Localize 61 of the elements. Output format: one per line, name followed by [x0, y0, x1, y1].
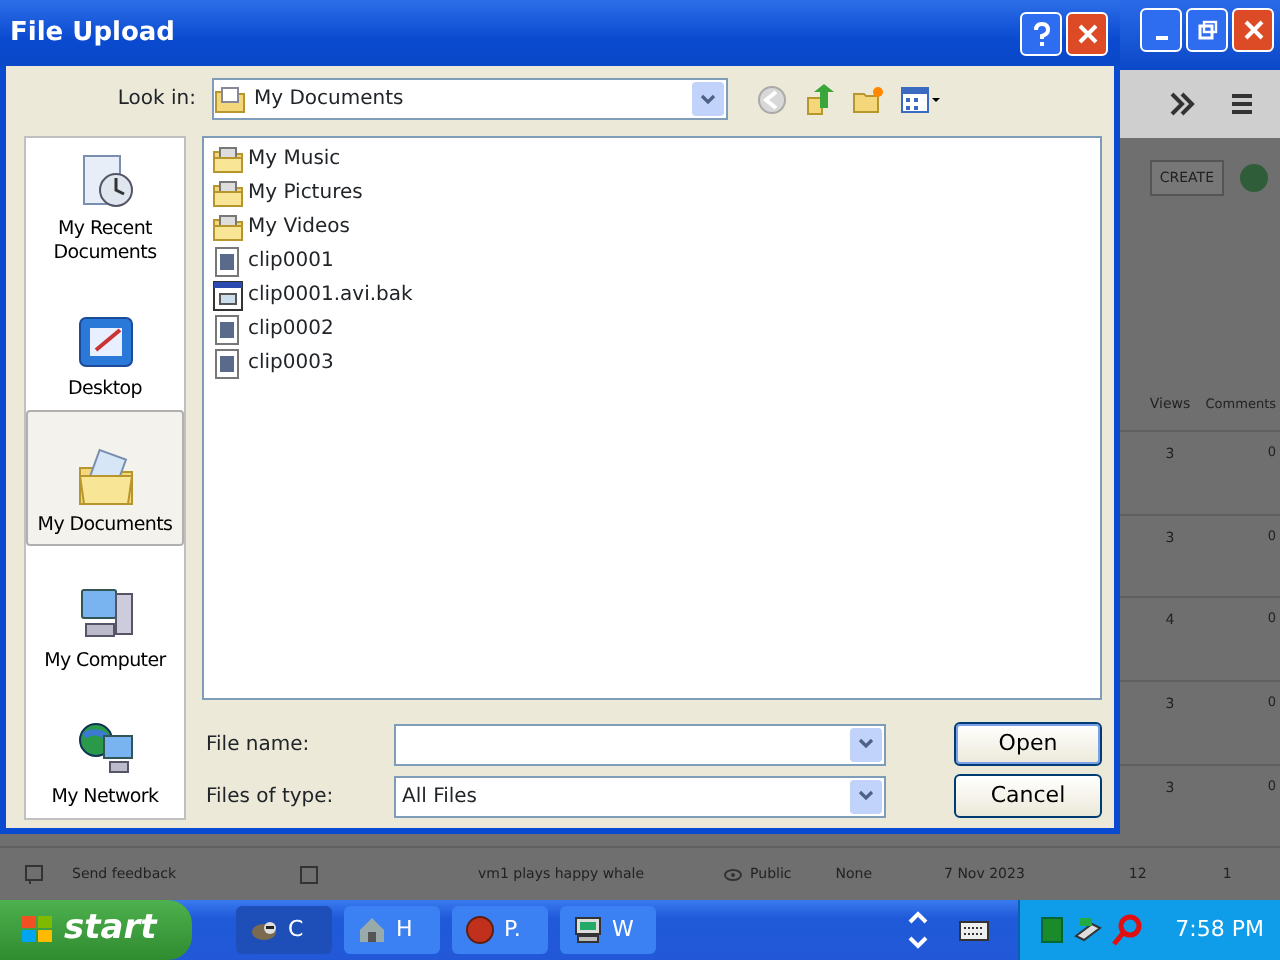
dialog-title: File Upload [10, 15, 175, 52]
house-icon [356, 914, 388, 946]
files-of-type-dropdown[interactable]: All Files [394, 775, 886, 817]
help-icon [1031, 21, 1051, 45]
file-item[interactable]: clip0001 [248, 246, 334, 276]
folder-icon [212, 211, 244, 243]
up-folder-icon[interactable] [804, 83, 836, 115]
file-icon [212, 279, 244, 311]
chevron-icon[interactable] [1168, 90, 1196, 119]
minimize-button[interactable] [1140, 8, 1182, 52]
places-bar-item[interactable]: My Documents [26, 410, 184, 546]
video-file-icon [212, 347, 244, 379]
look-in-label: Look in: [115, 86, 198, 114]
taskbar-button[interactable]: H [344, 906, 440, 954]
close-button[interactable] [1066, 11, 1108, 55]
video-file-icon [212, 245, 244, 277]
file-name-label: File name: [204, 731, 312, 759]
dialog-button[interactable]: Open [954, 722, 1102, 766]
file-item[interactable]: clip0002 [248, 314, 334, 344]
windows-logo-icon [20, 914, 56, 946]
minimize-icon [1155, 36, 1167, 40]
places-bar-item[interactable]: My Computer [26, 546, 184, 682]
file-item[interactable]: My Music [248, 144, 341, 174]
taskbar-button[interactable]: C [236, 906, 332, 954]
close-button[interactable] [1232, 8, 1274, 52]
open-folder-icon [75, 448, 135, 508]
dialog-button[interactable]: Cancel [954, 774, 1102, 818]
checkbox[interactable] [300, 865, 319, 884]
restore-button[interactable] [1186, 8, 1228, 52]
eye-icon [724, 867, 743, 882]
places-bar-item[interactable]: My Recent Documents [26, 138, 184, 274]
places-bar-item[interactable]: My Network [26, 682, 184, 818]
restore-icon [1197, 20, 1217, 40]
close-icon [1243, 20, 1263, 40]
panel-icon[interactable] [1039, 916, 1064, 944]
network-icon[interactable] [1071, 916, 1104, 944]
feedback-icon [24, 864, 44, 885]
taskbar-button[interactable]: P. [452, 906, 548, 954]
file-item[interactable]: clip0003 [248, 348, 334, 378]
file-name-field[interactable] [394, 723, 886, 765]
ball-icon [464, 914, 496, 946]
file-item[interactable]: My Pictures [248, 178, 363, 208]
close-icon [1077, 23, 1097, 43]
taskbar-button[interactable]: W [560, 906, 656, 954]
views-menu-icon[interactable] [900, 83, 940, 115]
scroll-arrows-icon[interactable] [905, 906, 930, 954]
video-file-icon [212, 313, 244, 345]
folder-icon [212, 177, 244, 209]
file-item[interactable]: My Videos [248, 212, 350, 242]
keyboard-icon[interactable] [957, 918, 990, 942]
menu-icon[interactable] [1228, 90, 1256, 119]
places-bar-item[interactable]: Desktop [26, 274, 184, 410]
look-in-dropdown[interactable]: My Documents [212, 78, 728, 120]
clock: 7:58 PM [1175, 913, 1264, 946]
files-of-type-label: Files of type: [204, 783, 336, 811]
folder-icon [212, 143, 244, 175]
help-button[interactable] [1020, 11, 1062, 55]
desktop-icon [75, 312, 135, 372]
computer-icon [572, 914, 604, 946]
file-item[interactable]: clip0001.avi.bak [248, 280, 413, 310]
documents-folder-icon [214, 85, 246, 113]
